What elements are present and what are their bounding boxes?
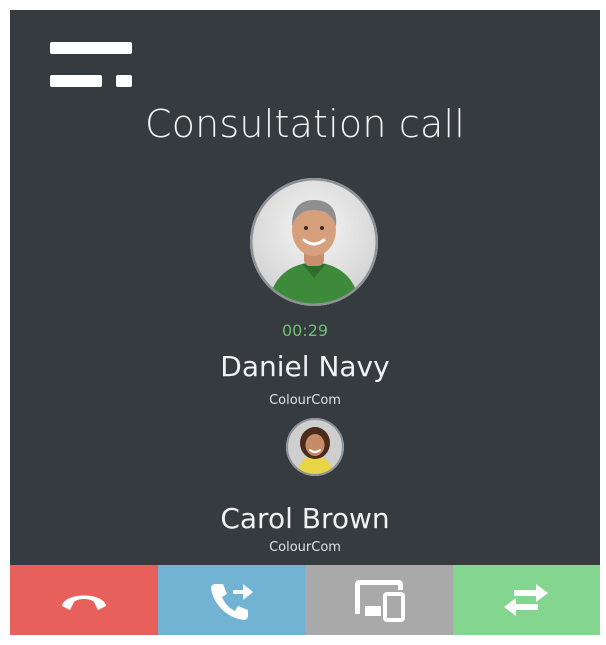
avatar-carol-brown: [286, 418, 344, 476]
avatar-daniel-navy: [250, 178, 378, 306]
transfer-call-icon: [205, 576, 257, 624]
menu-bar-dot: [116, 75, 132, 87]
call-panel: Consultation call 00:29 Daniel Navy Colo…: [10, 10, 600, 635]
call-title: Consultation call: [144, 102, 466, 146]
menu-icon[interactable]: [50, 42, 132, 90]
transfer-call-button[interactable]: [157, 565, 305, 635]
menu-bar-top: [50, 42, 132, 54]
hangup-icon: [56, 584, 112, 616]
swap-calls-button[interactable]: [452, 565, 600, 635]
primary-contact-company: ColourCom: [269, 393, 341, 408]
device-switch-button[interactable]: [305, 565, 453, 635]
swap-calls-icon: [500, 580, 552, 620]
hangup-button[interactable]: [10, 565, 158, 635]
call-actions-bar: [10, 565, 600, 635]
secondary-contact-company: ColourCom: [269, 540, 341, 555]
call-timer: 00:29: [281, 321, 329, 340]
primary-contact-name: Daniel Navy: [220, 350, 390, 383]
secondary-contact-name: Carol Brown: [220, 502, 390, 535]
menu-bar-bottom: [50, 75, 102, 87]
device-switch-icon: [351, 578, 407, 622]
